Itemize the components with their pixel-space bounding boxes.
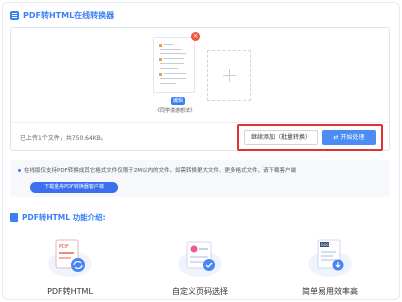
text-line <box>160 83 176 84</box>
notice-text: 在线版仅支持PDF转换成其它格式文件仅限于2M以内的文件。如需转换更大文件、更多… <box>24 168 296 174</box>
page-select-icon <box>177 234 223 278</box>
feature-item: DOC 简单易用效率高 <box>285 234 375 300</box>
text-line <box>164 58 184 59</box>
features-title: PDF转HTML 功能介绍: <box>22 213 106 222</box>
upload-status: 已上传1个文件，共750.64KB。 <box>20 135 107 142</box>
svg-text:PDF: PDF <box>59 244 69 250</box>
efficiency-icon: DOC <box>307 234 353 278</box>
text-line <box>160 63 184 64</box>
section-header: PDF转HTML在线转换器 <box>10 10 114 21</box>
download-client-button[interactable]: 下载金舟PDF转换器客户端 <box>30 182 118 193</box>
start-process-label: 开始处理 <box>340 134 365 141</box>
edit-badge[interactable]: 编辑 <box>171 97 185 105</box>
info-icon <box>10 213 18 222</box>
feature-item: 自定义页码选择 <box>155 234 245 300</box>
highlight-mark <box>159 58 162 61</box>
text-line <box>160 68 178 69</box>
bullet-icon <box>18 169 21 172</box>
pdf-convert-icon: PDF <box>47 234 93 278</box>
feature-label: 自定义页码选择 <box>172 287 228 296</box>
file-thumbnail[interactable] <box>153 37 195 93</box>
text-line <box>160 78 186 79</box>
start-process-button[interactable]: ⇄ 开始处理 <box>322 130 376 145</box>
text-line <box>164 44 174 45</box>
feature-label: PDF转HTML <box>47 287 93 296</box>
feature-item: PDF PDF转HTML <box>25 234 115 300</box>
file-name: 《同学漫游想法》 <box>154 108 195 114</box>
text-line <box>160 49 182 50</box>
continue-add-button[interactable]: 继续添加（批量转换） <box>244 130 318 145</box>
feature-label: 简单易用效率高 <box>302 287 358 296</box>
divider <box>11 122 389 123</box>
text-line <box>164 73 186 74</box>
add-file-button[interactable] <box>207 50 251 101</box>
notice-box: 在线版仅支持PDF转换成其它格式文件仅限于2M以内的文件。如需转换更大文件、更多… <box>10 160 390 197</box>
text-line <box>160 53 186 54</box>
svg-text:DOC: DOC <box>321 243 329 247</box>
convert-icon: ⇄ <box>333 134 339 141</box>
highlight-mark <box>159 44 162 47</box>
delete-file-icon[interactable]: × <box>191 32 200 41</box>
highlight-mark <box>159 73 162 76</box>
page-title: PDF转HTML在线转换器 <box>23 11 115 20</box>
features-header: PDF转HTML 功能介绍: <box>10 212 106 223</box>
document-icon <box>10 11 19 20</box>
